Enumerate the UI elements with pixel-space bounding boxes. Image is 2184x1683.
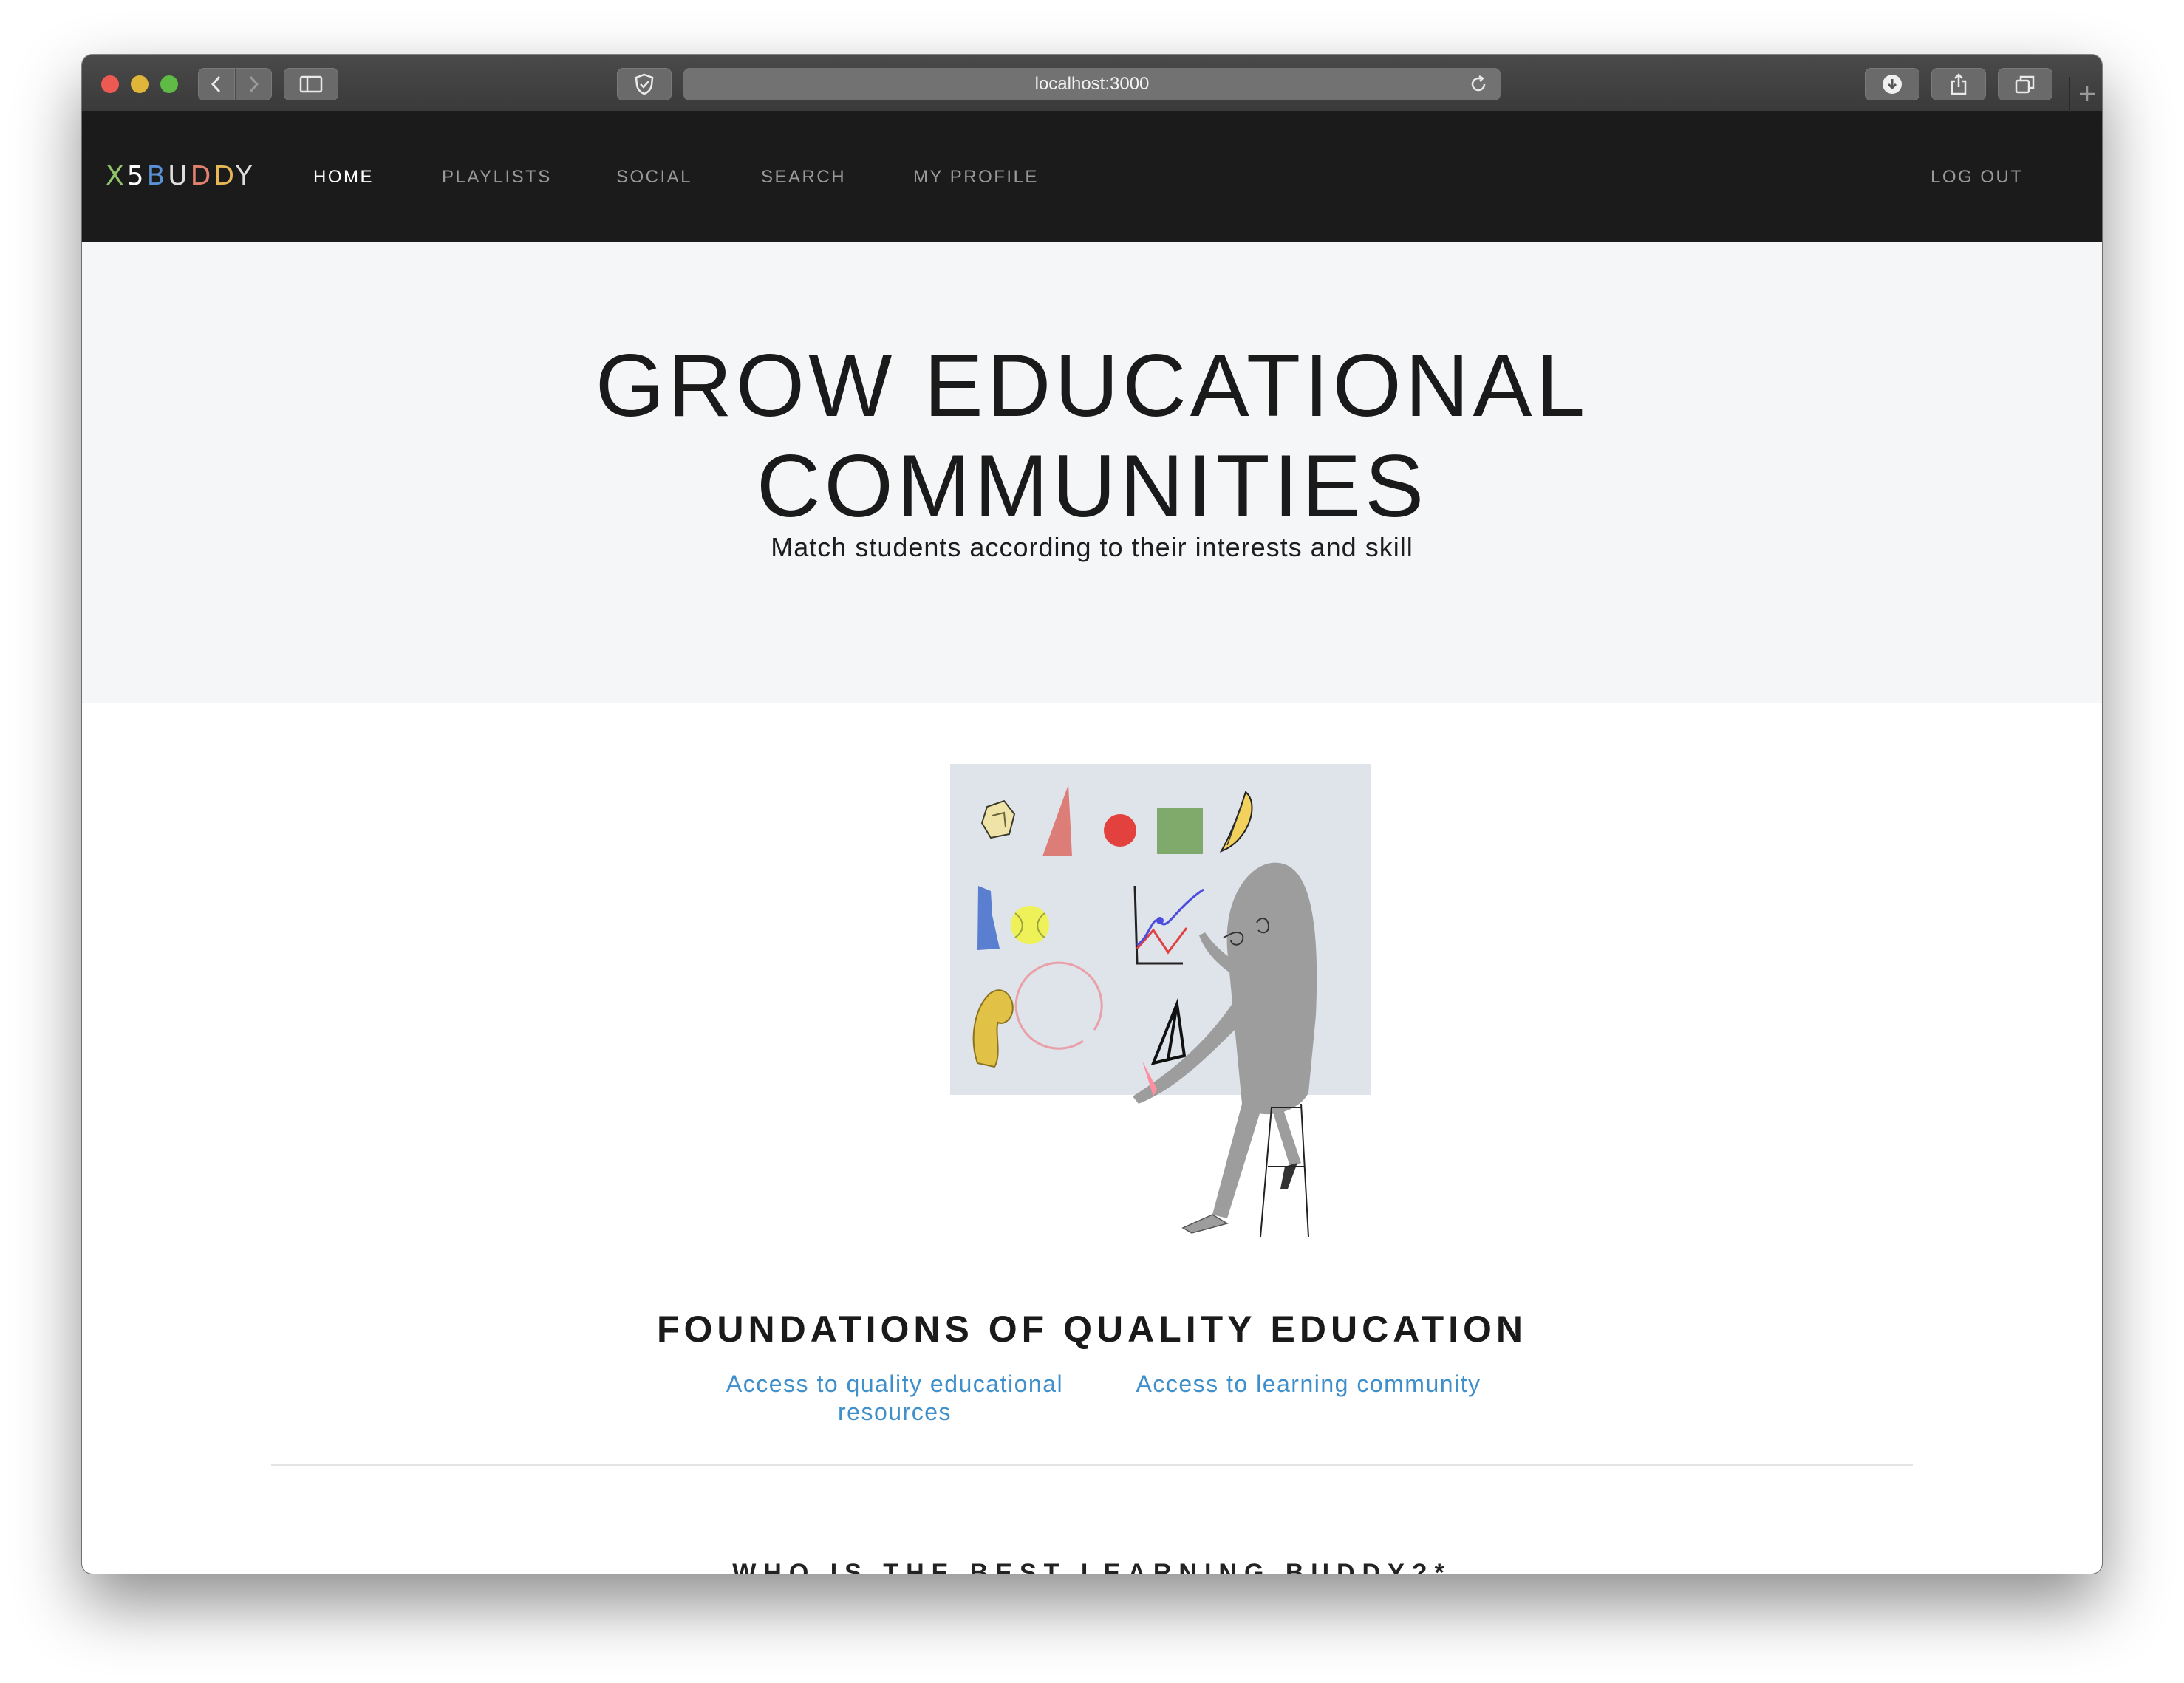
learning-community-link[interactable]: Access to learning community <box>1102 1370 1515 1398</box>
downloads-button[interactable] <box>1865 68 1919 100</box>
logo-letter: B <box>146 161 168 191</box>
shield-icon <box>635 73 654 95</box>
chevron-left-icon <box>211 75 221 93</box>
share-icon <box>1951 73 1967 95</box>
logo-letter: X <box>106 161 127 191</box>
address-bar[interactable]: localhost:3000 <box>683 68 1501 100</box>
back-button[interactable] <box>198 68 235 100</box>
sidebar-toggle-button[interactable] <box>284 68 338 100</box>
tabs-icon <box>2015 75 2035 94</box>
hero-title-line2: COMMUNITIES <box>756 437 1428 536</box>
sidebar-icon <box>299 75 323 93</box>
logo-letter: D <box>214 161 236 191</box>
hero-section: GROW EDUCATIONAL COMMUNITIES Match stude… <box>82 242 2102 703</box>
quality-resources-link-line1: Access to quality educational <box>726 1370 1064 1397</box>
hero-title: GROW EDUCATIONAL COMMUNITIES <box>82 335 2102 536</box>
red-circle-shape <box>1104 814 1136 847</box>
minimize-window-button[interactable] <box>131 75 149 93</box>
logo-letter: Y <box>236 161 256 191</box>
brand-logo[interactable]: X5BUDDY <box>106 161 255 191</box>
nav-home[interactable]: HOME <box>313 167 374 188</box>
section-divider <box>271 1464 1913 1466</box>
zoom-window-button[interactable] <box>160 75 178 93</box>
new-tab-button[interactable] <box>2069 77 2102 112</box>
browser-window: localhost:3000 X5BUDDY HOME PLAYLISTS SO… <box>82 55 2102 1574</box>
logo-letter: 5 <box>126 161 147 191</box>
forward-button[interactable] <box>235 68 272 100</box>
foundations-title: FOUNDATIONS OF QUALITY EDUCATION <box>656 1308 1528 1350</box>
green-square-shape <box>1157 808 1203 854</box>
logo-letter: U <box>168 161 191 191</box>
browser-titlebar: localhost:3000 <box>82 55 2102 112</box>
nav-my-profile[interactable]: MY PROFILE <box>913 167 1039 188</box>
history-buttons <box>198 68 272 100</box>
download-icon <box>1883 75 1902 94</box>
share-button[interactable] <box>1931 68 1986 100</box>
nav-playlists[interactable]: PLAYLISTS <box>442 167 552 188</box>
nav-search[interactable]: SEARCH <box>761 167 846 188</box>
screenshot-stage: localhost:3000 X5BUDDY HOME PLAYLISTS SO… <box>0 0 2184 1683</box>
tennis-ball-icon <box>1011 906 1049 944</box>
quality-resources-link[interactable]: Access to quality educational resources <box>688 1370 1102 1426</box>
privacy-shield-button[interactable] <box>617 68 672 100</box>
hero-subtitle: Match students according to their intere… <box>771 532 1413 562</box>
plus-icon <box>2080 86 2095 101</box>
reload-icon[interactable] <box>1467 72 1490 96</box>
close-window-button[interactable] <box>101 75 119 93</box>
quality-resources-link-line2: resources <box>838 1399 952 1425</box>
tabs-overview-button[interactable] <box>1998 68 2052 100</box>
teacher-whiteboard-illustration <box>950 764 1371 1238</box>
best-learning-buddy-heading: WHO IS THE BEST LEARNING BUDDY?* <box>732 1559 1452 1574</box>
logout-link[interactable]: LOG OUT <box>1931 167 2024 188</box>
site-navbar: X5BUDDY HOME PLAYLISTS SOCIAL SEARCH MY … <box>82 112 2102 242</box>
hero-title-line1: GROW EDUCATIONAL <box>595 336 1589 435</box>
address-url: localhost:3000 <box>1034 74 1150 94</box>
logo-letter: D <box>190 161 214 191</box>
nav-social[interactable]: SOCIAL <box>616 167 692 188</box>
chevron-right-icon <box>249 75 259 93</box>
